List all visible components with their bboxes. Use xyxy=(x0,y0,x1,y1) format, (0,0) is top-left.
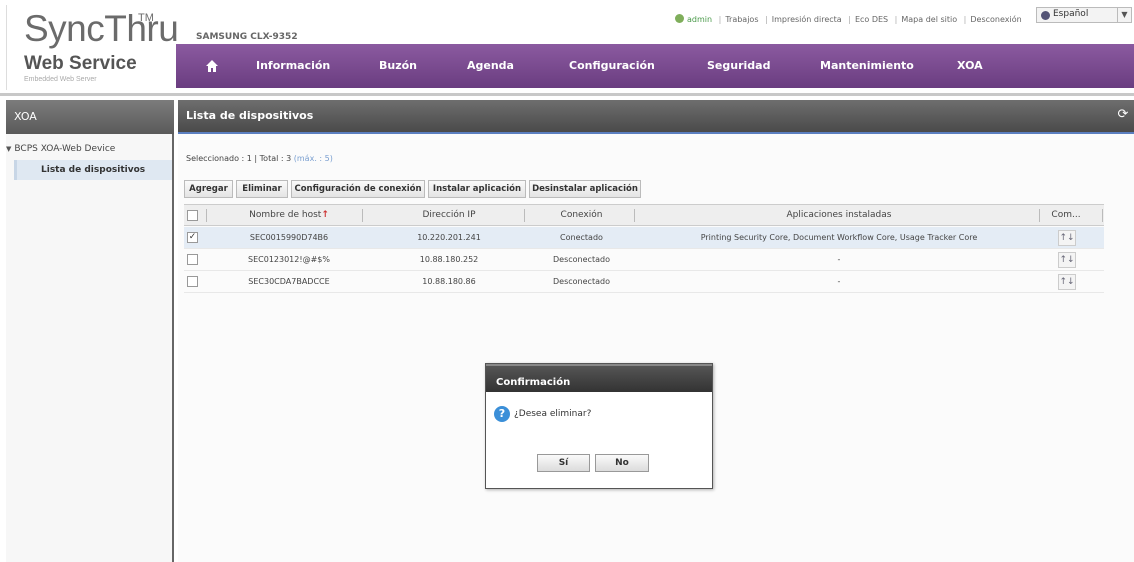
caret-down-icon[interactable]: ▼ xyxy=(6,145,11,153)
connection-cell: Desconectado xyxy=(553,277,610,286)
uninstall-app-button[interactable]: Desinstalar aplicación xyxy=(529,180,641,198)
logo-tagline: Embedded Web Server xyxy=(24,76,97,83)
user-icon xyxy=(675,14,684,23)
summary-text: Seleccionado : 1 | Total : 3 xyxy=(186,154,292,163)
device-model: SAMSUNG CLX-9352 xyxy=(196,32,298,42)
no-button[interactable]: No xyxy=(595,454,649,472)
connection-settings-button[interactable]: Configuración de conexión xyxy=(291,180,425,198)
direct-print-link[interactable]: Impresión directa xyxy=(772,15,842,24)
hostname-cell: SEC0123012!@#$% xyxy=(248,255,330,264)
ip-cell: 10.88.180.252 xyxy=(419,255,479,264)
reorder-icon[interactable]: ↑↓ xyxy=(1058,274,1076,290)
tree-root-label: BCPS XOA-Web Device xyxy=(14,144,116,154)
dialog-message: ¿Desea eliminar? xyxy=(514,409,592,419)
logo-title: SyncThru xyxy=(24,8,179,49)
yes-button[interactable]: Sí xyxy=(537,454,590,472)
table-row[interactable]: SEC30CDA7BADCCE 10.88.180.86 Desconectad… xyxy=(184,271,1104,293)
nav-mantenimiento[interactable]: Mantenimiento xyxy=(820,44,914,88)
connection-cell: Conectado xyxy=(560,233,603,242)
install-app-button[interactable]: Instalar aplicación xyxy=(428,180,526,198)
tree-root[interactable]: ▼ BCPS XOA-Web Device xyxy=(6,144,115,154)
user-link[interactable]: admin xyxy=(687,15,712,24)
main-nav: Información Buzón Agenda Configuración S… xyxy=(176,44,1134,88)
selection-summary: Seleccionado : 1 | Total : 3 (máx. : 5) xyxy=(186,154,333,163)
question-icon: ? xyxy=(494,406,510,422)
hostname-cell: SEC30CDA7BADCCE xyxy=(248,277,330,286)
language-value: Español xyxy=(1053,9,1089,19)
nav-seguridad[interactable]: Seguridad xyxy=(707,44,770,88)
logo-subtitle: Web Service xyxy=(24,53,137,74)
delete-button[interactable]: Eliminar xyxy=(236,180,288,198)
home-icon[interactable] xyxy=(206,60,218,72)
nav-agenda[interactable]: Agenda xyxy=(467,44,514,88)
ip-cell: 10.88.180.86 xyxy=(422,277,476,286)
header: SyncThru TM Web Service Embedded Web Ser… xyxy=(0,0,1134,96)
sidebar-item-device-list[interactable]: Lista de dispositivos xyxy=(14,160,172,180)
column-apps[interactable]: Aplicaciones instaladas xyxy=(639,205,1039,225)
sidebar-title: XOA xyxy=(6,100,174,134)
reorder-icon[interactable]: ↑↓ xyxy=(1058,230,1076,246)
nav-configuracion[interactable]: Configuración xyxy=(569,44,655,88)
connection-cell: Desconectado xyxy=(553,255,610,264)
chevron-down-icon[interactable]: ▼ xyxy=(1117,8,1131,22)
globe-icon xyxy=(1041,11,1050,20)
top-links: admin | Trabajos | Impresión directa | Eco … xyxy=(675,14,1022,24)
column-ip[interactable]: Dirección IP xyxy=(374,205,524,225)
dialog-title: Confirmación xyxy=(486,364,712,392)
ip-cell: 10.220.201.241 xyxy=(417,233,481,242)
nav-xoa[interactable]: XOA xyxy=(957,44,983,88)
table-header: Nombre de host↑ Dirección IP Conexión Ap… xyxy=(184,204,1104,226)
eco-des-link[interactable]: Eco DES xyxy=(855,15,888,24)
column-hostname[interactable]: Nombre de host↑ xyxy=(224,205,354,225)
column-connection[interactable]: Conexión xyxy=(529,205,634,225)
jobs-link[interactable]: Trabajos xyxy=(725,15,758,24)
table-row[interactable]: ✓ SEC0015990D74B6 10.220.201.241 Conecta… xyxy=(184,227,1104,249)
apps-cell: - xyxy=(837,277,841,286)
refresh-icon[interactable]: ⟳ xyxy=(1116,108,1130,122)
header-divider xyxy=(0,93,1134,96)
row-checkbox[interactable]: ✓ xyxy=(187,232,198,243)
nav-buzon[interactable]: Buzón xyxy=(379,44,417,88)
language-select[interactable]: Español ▼ xyxy=(1036,7,1132,23)
apps-cell: - xyxy=(837,255,841,264)
title-underline xyxy=(178,132,1134,134)
table-row[interactable]: SEC0123012!@#$% 10.88.180.252 Desconecta… xyxy=(184,249,1104,271)
column-com[interactable]: Com... xyxy=(1042,205,1090,225)
main-panel: Lista de dispositivos ⟳ Seleccionado : 1… xyxy=(178,100,1134,562)
logout-link[interactable]: Desconexión xyxy=(970,15,1021,24)
logo-trademark: TM xyxy=(138,12,154,24)
sitemap-link[interactable]: Mapa del sitio xyxy=(901,15,957,24)
sidebar: XOA ▼ BCPS XOA-Web Device Lista de dispos… xyxy=(6,100,174,562)
add-button[interactable]: Agregar xyxy=(184,180,233,198)
page-title: Lista de dispositivos xyxy=(178,100,1134,132)
row-checkbox[interactable] xyxy=(187,276,198,287)
apps-cell: Printing Security Core, Document Workflo… xyxy=(700,233,978,242)
sort-up-icon: ↑ xyxy=(321,210,329,220)
confirm-dialog: Confirmación ? ¿Desea eliminar? Sí No xyxy=(485,363,713,489)
hostname-cell: SEC0015990D74B6 xyxy=(249,233,329,242)
select-all-checkbox[interactable] xyxy=(187,210,198,221)
reorder-icon[interactable]: ↑↓ xyxy=(1058,252,1076,268)
row-checkbox[interactable] xyxy=(187,254,198,265)
summary-max: (máx. : 5) xyxy=(293,154,333,163)
nav-informacion[interactable]: Información xyxy=(256,44,330,88)
